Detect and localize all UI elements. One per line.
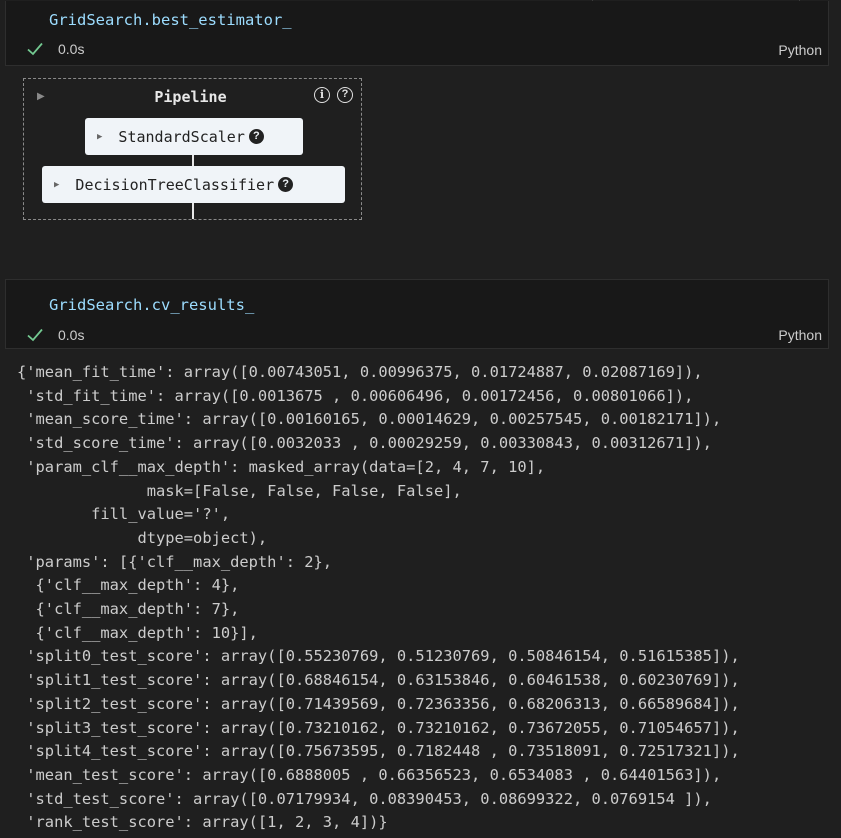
help-icon[interactable]: ?	[337, 87, 353, 103]
question-circle-icon[interactable]: ?	[248, 129, 264, 144]
code-cell-best-estimator[interactable]: GridSearch.best_estimator_ 0.0s Python	[5, 1, 829, 66]
checkmark-icon	[27, 42, 43, 56]
output-line: 'mean_score_time': array([0.00160165, 0.…	[17, 410, 722, 429]
pipeline-title[interactable]: Pipeline	[24, 88, 357, 106]
output-line: 'std_test_score': array([0.07179934, 0.0…	[17, 789, 712, 808]
step-label: StandardScaler	[118, 127, 245, 146]
expand-triangle-icon: ▶	[54, 179, 60, 190]
code-cell-cv-results[interactable]: GridSearch.cv_results_ 0.0s Python	[5, 279, 829, 349]
question-circle-icon[interactable]: ?	[278, 177, 294, 192]
output-line: {'clf__max_depth': 7},	[17, 600, 240, 619]
expand-triangle-icon: ▶	[97, 131, 103, 142]
output-line: 'split4_test_score': array([0.75673595, …	[17, 742, 740, 761]
notebook-page: GridSearch.best_estimator_ 0.0s Python ▶…	[0, 0, 841, 838]
cell-output-text: {'mean_fit_time': array([0.00743051, 0.0…	[17, 361, 740, 835]
output-line: {'clf__max_depth': 10}],	[17, 623, 258, 642]
language-label[interactable]: Python	[778, 327, 822, 343]
pipeline-step-standardscaler[interactable]: ▶ StandardScaler ?	[85, 118, 303, 155]
output-line: dtype=object),	[17, 528, 268, 547]
output-line: 'split1_test_score': array([0.68846154, …	[17, 671, 740, 690]
info-icon[interactable]: i	[314, 87, 330, 103]
pipeline-step-decisiontreeclassifier[interactable]: ▶ DecisionTreeClassifier ?	[42, 166, 345, 203]
output-line: 'params': [{'clf__max_depth': 2},	[17, 552, 333, 571]
execution-time: 0.0s	[58, 327, 85, 343]
output-line: 'split3_test_score': array([0.73210162, …	[17, 718, 740, 737]
language-label[interactable]: Python	[778, 42, 822, 58]
step-label: DecisionTreeClassifier	[75, 175, 275, 194]
connector-line	[192, 155, 194, 166]
execution-status: 0.0s	[26, 40, 84, 58]
execution-status: 0.0s	[26, 326, 84, 344]
output-line: 'mean_test_score': array([0.6888005 , 0.…	[17, 765, 722, 784]
output-line: 'param_clf__max_depth': masked_array(dat…	[17, 457, 546, 476]
execution-time: 0.0s	[58, 41, 85, 57]
output-line: 'rank_test_score': array([1, 2, 3, 4])}	[17, 813, 388, 832]
output-line: 'std_score_time': array([0.0032033 , 0.0…	[17, 434, 712, 453]
output-line: 'std_fit_time': array([0.0013675 , 0.006…	[17, 386, 694, 405]
output-line: 'split0_test_score': array([0.55230769, …	[17, 647, 740, 666]
checkmark-icon	[27, 328, 43, 342]
output-line: {'clf__max_depth': 4},	[17, 576, 240, 595]
output-line: 'split2_test_score': array([0.71439569, …	[17, 694, 740, 713]
cell-code[interactable]: GridSearch.best_estimator_	[49, 11, 292, 29]
output-line: mask=[False, False, False, False],	[17, 481, 462, 500]
pipeline-diagram: ▶ Pipeline i ? ▶ StandardScaler ? ▶ Deci…	[23, 78, 362, 220]
cell-code[interactable]: GridSearch.cv_results_	[49, 296, 254, 314]
output-line: fill_value='?',	[17, 505, 231, 524]
connector-line	[192, 203, 194, 219]
output-line: {'mean_fit_time': array([0.00743051, 0.0…	[17, 363, 703, 381]
